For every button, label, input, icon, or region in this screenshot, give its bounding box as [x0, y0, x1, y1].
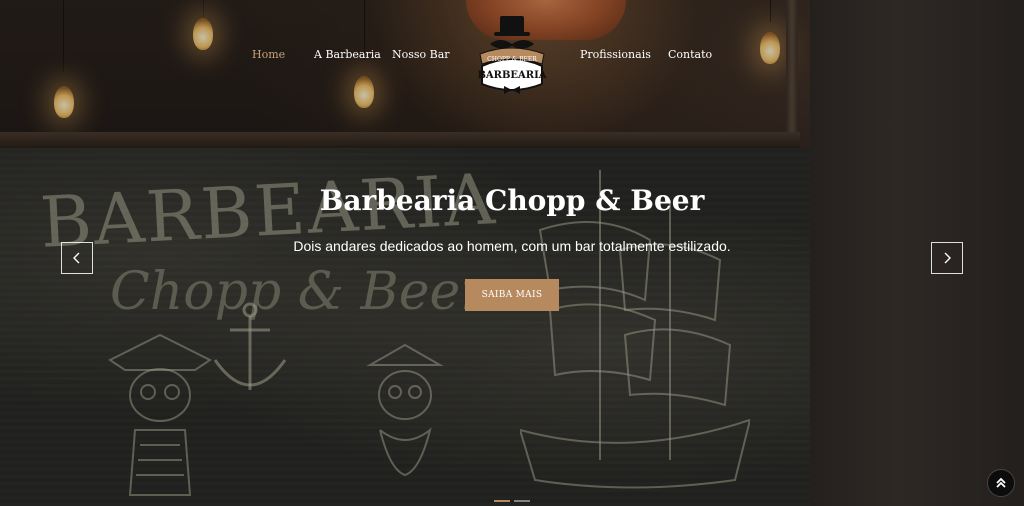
carousel-indicator[interactable] [514, 500, 530, 502]
carousel-next-button[interactable] [931, 242, 963, 274]
hero-title: Barbearia Chopp & Beer [319, 184, 705, 217]
brand-logo[interactable]: CHOPP & BEER BARBEARIA [472, 14, 552, 98]
carousel-indicator[interactable] [494, 500, 510, 502]
nav-link-home[interactable]: Home [252, 48, 285, 61]
double-chevron-up-icon [996, 477, 1006, 488]
carousel-indicators [494, 500, 530, 502]
nav-link-a-barbearia[interactable]: A Barbearia [314, 48, 381, 61]
saiba-mais-button[interactable]: SAIBA MAIS [465, 279, 559, 311]
nav-link-nosso-bar[interactable]: Nosso Bar [392, 48, 450, 61]
chevron-left-icon [73, 252, 80, 264]
nav-link-contato[interactable]: Contato [668, 48, 712, 61]
svg-text:BARBEARIA: BARBEARIA [477, 70, 546, 81]
chevron-right-icon [944, 252, 951, 264]
scroll-to-top-button[interactable] [987, 469, 1015, 497]
carousel-prev-button[interactable] [61, 242, 93, 274]
main-navigation: Home A Barbearia Nosso Bar Profissionais… [0, 0, 1024, 110]
nav-link-profissionais[interactable]: Profissionais [580, 48, 651, 61]
hero-subtitle: Dois andares dedicados ao homem, com um … [293, 238, 731, 254]
svg-text:CHOPP & BEER: CHOPP & BEER [487, 56, 537, 63]
